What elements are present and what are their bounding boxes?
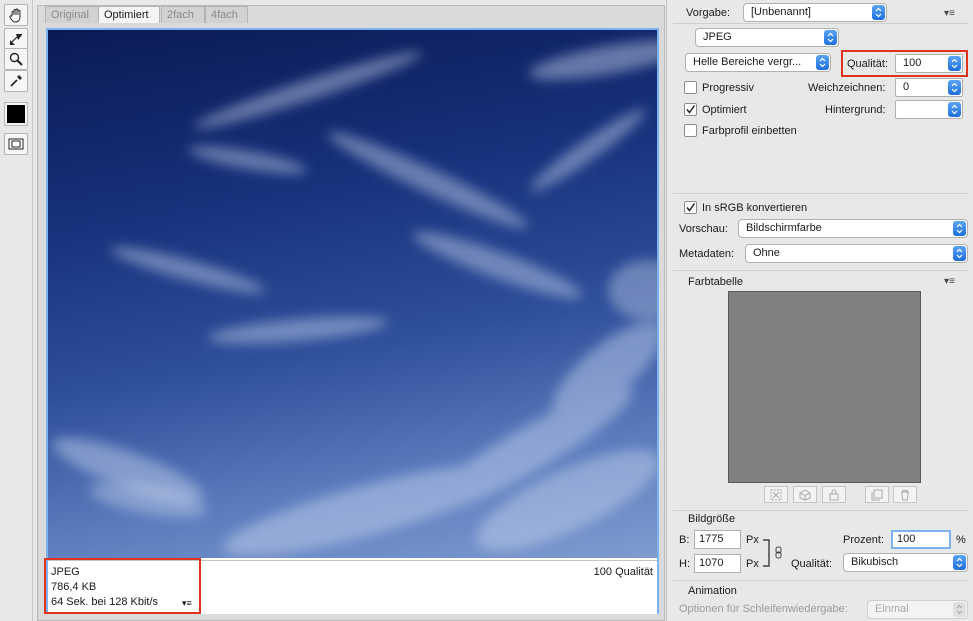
toggle-slices-icon[interactable]	[4, 133, 28, 155]
new-color-icon[interactable]	[865, 486, 889, 503]
format-select-value: JPEG	[703, 31, 732, 43]
tab-optimiert[interactable]: Optimiert	[98, 6, 160, 23]
b-px-label: Px	[746, 534, 759, 546]
tab-4fach[interactable]: 4fach	[205, 6, 248, 23]
chevron-updown-icon	[824, 30, 837, 45]
checkmark-icon	[686, 105, 696, 114]
preset-select[interactable]: [Unbenannt]	[743, 3, 887, 22]
quality-preset-value: Helle Bereiche vergr...	[693, 56, 802, 68]
srgb-checkbox[interactable]	[684, 201, 697, 214]
percent-sign: %	[956, 534, 966, 546]
resample-value: Bikubisch	[851, 556, 899, 568]
tab-2fach[interactable]: 2fach	[161, 6, 205, 23]
bildgroesse-heading: Bildgröße	[688, 513, 736, 525]
qualitaet-label: Qualität:	[847, 58, 888, 70]
chevron-updown-icon	[953, 246, 966, 261]
prozent-label: Prozent:	[843, 534, 884, 546]
preview-select[interactable]: Bildschirmfarbe	[738, 219, 968, 238]
metadata-value: Ohne	[753, 247, 780, 259]
percent-input[interactable]: 100	[891, 530, 951, 549]
chevron-updown-icon	[953, 555, 966, 570]
settings-panel: Vorgabe: [Unbenannt] ▾≡ JPEG Helle Berei…	[666, 0, 973, 621]
chevron-updown-icon	[948, 102, 961, 117]
chevron-updown-icon	[872, 5, 885, 20]
link-proportions-icon[interactable]	[763, 539, 787, 567]
info-highlight-box	[44, 558, 201, 614]
color-table-menu-icon[interactable]: ▾≡	[944, 276, 955, 287]
eyedropper-color-swatch[interactable]	[4, 102, 28, 126]
hand-tool-icon[interactable]	[4, 4, 28, 26]
blur-input[interactable]: 0	[895, 78, 963, 97]
chevron-updown-icon	[953, 221, 966, 236]
preview-value: Bildschirmfarbe	[746, 222, 822, 234]
b-label: B:	[679, 534, 690, 546]
trash-icon[interactable]	[893, 486, 917, 503]
farbtabelle-heading: Farbtabelle	[688, 276, 744, 288]
height-input[interactable]: 1070	[694, 554, 741, 573]
lock-icon[interactable]	[822, 486, 846, 503]
srgb-label: In sRGB konvertieren	[702, 202, 808, 214]
vorschau-label: Vorschau:	[679, 223, 728, 235]
progressiv-label: Progressiv	[702, 82, 754, 94]
document-window: Original Optimiert 2fach 4fach JPEG 786,…	[37, 5, 665, 621]
color-map-icon[interactable]	[764, 486, 788, 503]
loop-value: Einmal	[875, 603, 909, 615]
color-table[interactable]	[728, 291, 921, 483]
checkmark-icon	[686, 203, 696, 212]
quality-preset-select[interactable]: Helle Bereiche vergr...	[685, 53, 831, 72]
h-px-label: Px	[746, 558, 759, 570]
chevron-updown-icon	[953, 602, 966, 617]
hintergrund-label: Hintergrund:	[825, 104, 886, 116]
optimiert-label: Optimiert	[702, 104, 747, 116]
chevron-updown-icon	[948, 56, 961, 71]
qualitaet2-label: Qualität:	[791, 558, 832, 570]
metadata-select[interactable]: Ohne	[745, 244, 968, 263]
optimized-preview-pane[interactable]: JPEG 786,4 KB 64 Sek. bei 128 Kbit/s 100…	[46, 28, 659, 614]
quality-value: 100	[903, 57, 922, 69]
zoom-tool-icon[interactable]	[4, 48, 28, 70]
eyedropper-tool-icon[interactable]	[4, 70, 28, 92]
h-label: H:	[679, 558, 690, 570]
farbprofil-label: Farbprofil einbetten	[702, 125, 797, 137]
slice-select-tool-icon[interactable]	[4, 28, 28, 50]
tools-panel	[0, 0, 33, 621]
progressiv-checkbox[interactable]	[684, 81, 697, 94]
weichzeichnen-label: Weichzeichnen:	[808, 82, 886, 94]
schleife-label: Optionen für Schleifenwiedergabe:	[679, 603, 848, 615]
panel-menu-icon[interactable]: ▾≡	[944, 8, 955, 19]
chevron-updown-icon	[948, 80, 961, 95]
width-input[interactable]: 1775	[694, 530, 741, 549]
blur-value: 0	[903, 81, 910, 93]
resample-select[interactable]: Bikubisch	[843, 553, 968, 572]
metadaten-label: Metadaten:	[679, 248, 735, 260]
info-quality: 100 Qualität	[593, 566, 653, 578]
format-select[interactable]: JPEG	[695, 28, 839, 47]
optimiert-checkbox[interactable]	[684, 103, 697, 116]
matte-select[interactable]	[895, 100, 963, 119]
animation-heading: Animation	[688, 585, 737, 597]
preview-image[interactable]	[48, 30, 657, 558]
quality-input[interactable]: 100	[895, 54, 963, 73]
chevron-updown-icon	[816, 55, 829, 70]
loop-select[interactable]: Einmal	[867, 600, 968, 619]
preset-select-value: [Unbenannt]	[751, 6, 811, 18]
vorgabe-label: Vorgabe:	[686, 7, 731, 19]
tab-original[interactable]: Original	[45, 6, 99, 23]
web-shift-icon[interactable]	[793, 486, 817, 503]
farbprofil-checkbox[interactable]	[684, 124, 697, 137]
